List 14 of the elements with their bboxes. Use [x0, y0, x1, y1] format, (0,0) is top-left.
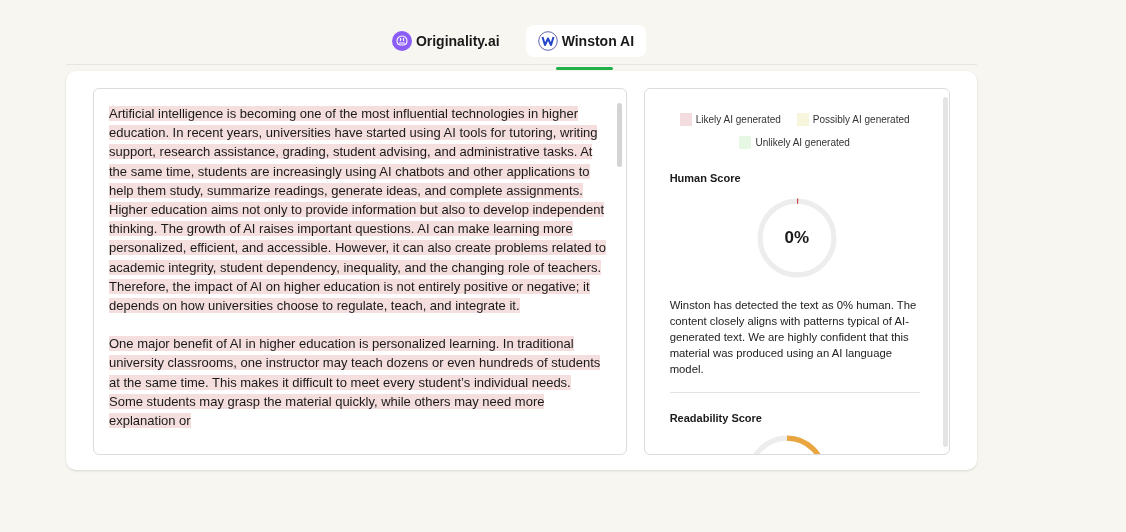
w-logo-icon: [537, 31, 558, 51]
legend-label: Possibly AI generated: [812, 113, 910, 127]
score-value: 0%: [784, 227, 810, 248]
analyzed-paragraph: Artificial intelligence is becoming one of the most influential technologies in higher education. In recent years, universities have started using AI tools for tutoring, writing support, research assistance, grading, student advising, and administrative tasks. At the same time, students are increasingly using AI chatbots and other applications to help them study, summarize readings, generate ideas, and complete assignments. Higher education aims not only to provide information but also to develop independent thinking. The growth of AI raises important questions. AI can make learning more personalized, efficient, and accessible. However, it can also create problems related to academic integrity, student dependency, inequality, and the changing role of teachers. Therefore, the impact of AI on higher education is not entirely positive or negative; it depends on how universities choose to regulate, teach, and integrate it.: [109, 105, 606, 316]
scrollbar: [616, 103, 622, 167]
section-title: Readability Score: [669, 410, 763, 426]
section-title: Human Score: [669, 171, 742, 186]
score-description: Winston has detected the text as 0% human. The content closely aligns with patterns typical of AI-generated text. We are highly confident that this material was produced using an AI language model.: [669, 297, 918, 377]
tab[interactable]: Originality.ai: [379, 25, 512, 57]
tab[interactable]: Winston AI: [525, 25, 647, 57]
legend-label: Likely AI generated: [695, 113, 781, 127]
legend-label: Unlikely AI generated: [755, 136, 850, 150]
analyzed-paragraph: One major benefit of AI in higher education is personalized learning. In traditional university classrooms, one instructor may teach dozens or even hundreds of students at the same time. This makes it difficult to meet every student’s individual needs. Some students may grasp the material quickly, while others may need more explanation or: [109, 335, 602, 431]
active-tab-indicator: [555, 67, 613, 70]
